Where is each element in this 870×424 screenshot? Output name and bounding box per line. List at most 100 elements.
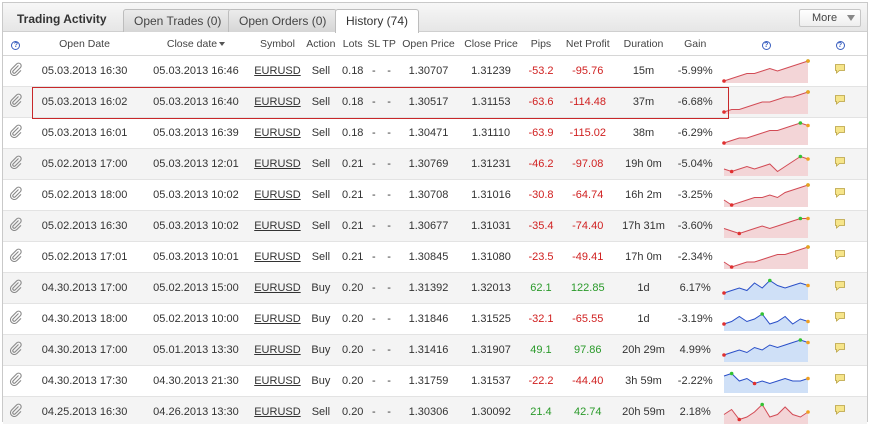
symbol-link[interactable]: EURUSD <box>254 251 300 263</box>
tab-history[interactable]: History (74) <box>335 9 420 33</box>
trade-sparkline[interactable] <box>722 337 811 362</box>
paperclip-icon[interactable] <box>9 155 23 169</box>
symbol-cell[interactable]: EURUSD <box>252 272 304 303</box>
comment-icon[interactable] <box>834 311 846 323</box>
comment-icon[interactable] <box>834 156 846 168</box>
table-row[interactable]: 05.02.2013 18:00 05.03.2013 10:02 EURUSD Se… <box>3 179 867 210</box>
net-profit-header[interactable]: Net Profit <box>559 33 617 56</box>
trade-chart-cell[interactable] <box>720 303 813 334</box>
comment-icon[interactable] <box>834 280 846 292</box>
trade-chart-cell[interactable] <box>720 210 813 241</box>
trade-chart-cell[interactable] <box>720 396 813 424</box>
note-cell[interactable] <box>813 272 867 303</box>
attach-cell[interactable] <box>3 117 29 148</box>
attach-cell[interactable] <box>3 55 29 86</box>
comment-icon[interactable] <box>834 249 846 261</box>
table-row[interactable]: 04.30.2013 17:00 05.01.2013 13:30 EURUSD Bu… <box>3 334 867 365</box>
trade-chart-cell[interactable] <box>720 117 813 148</box>
symbol-cell[interactable]: EURUSD <box>252 210 304 241</box>
paperclip-icon[interactable] <box>9 217 23 231</box>
comment-icon[interactable] <box>834 373 846 385</box>
symbol-cell[interactable]: EURUSD <box>252 303 304 334</box>
attach-cell[interactable] <box>3 303 29 334</box>
close-date-header[interactable]: Close date <box>140 33 252 56</box>
pips-header[interactable]: Pips <box>522 33 560 56</box>
comment-icon[interactable] <box>834 187 846 199</box>
trade-sparkline[interactable] <box>722 120 811 145</box>
attach-cell[interactable] <box>3 179 29 210</box>
comment-icon[interactable] <box>834 218 846 230</box>
trade-sparkline[interactable] <box>722 276 811 300</box>
note-cell[interactable] <box>813 241 867 272</box>
trade-sparkline[interactable] <box>722 152 811 176</box>
table-row[interactable]: 05.03.2013 16:30 05.03.2013 16:46 EURUSD Se… <box>3 55 867 86</box>
comment-icon[interactable] <box>834 342 846 354</box>
table-row[interactable]: 05.02.2013 17:00 05.03.2013 12:01 EURUSD Se… <box>3 148 867 179</box>
trade-chart-cell[interactable] <box>720 148 813 179</box>
trade-sparkline[interactable] <box>722 369 811 393</box>
symbol-cell[interactable]: EURUSD <box>252 334 304 365</box>
symbol-link[interactable]: EURUSD <box>254 65 300 77</box>
comment-icon[interactable] <box>834 94 846 106</box>
paperclip-icon[interactable] <box>9 186 23 200</box>
help-icon[interactable]: ? <box>11 40 21 50</box>
note-cell[interactable] <box>813 334 867 365</box>
help-icon[interactable]: ? <box>761 40 771 50</box>
gain-header[interactable]: Gain <box>670 33 720 56</box>
symbol-link[interactable]: EURUSD <box>254 127 300 139</box>
attach-cell[interactable] <box>3 365 29 396</box>
trade-sparkline[interactable] <box>722 89 811 114</box>
open-price-header[interactable]: Open Price <box>397 33 460 56</box>
action-header[interactable]: Action <box>303 33 339 56</box>
lots-header[interactable]: Lots <box>338 33 367 56</box>
symbol-link[interactable]: EURUSD <box>254 344 300 356</box>
paperclip-icon[interactable] <box>9 93 23 107</box>
trade-sparkline[interactable] <box>722 244 811 269</box>
attach-cell[interactable] <box>3 148 29 179</box>
table-row[interactable]: 05.02.2013 17:01 05.03.2013 10:01 EURUSD Se… <box>3 241 867 272</box>
duration-header[interactable]: Duration <box>616 33 671 56</box>
table-row[interactable]: 05.03.2013 16:01 05.03.2013 16:39 EURUSD Se… <box>3 117 867 148</box>
table-row[interactable]: 04.30.2013 17:00 05.02.2013 15:00 EURUSD Bu… <box>3 272 867 303</box>
comment-icon[interactable] <box>834 125 846 137</box>
paperclip-icon[interactable] <box>9 341 23 355</box>
help-col-header[interactable]: ? <box>3 33 29 56</box>
table-row[interactable]: 04.30.2013 17:30 04.30.2013 21:30 EURUSD Bu… <box>3 365 867 396</box>
trade-chart-cell[interactable] <box>720 241 813 272</box>
note-cell[interactable] <box>813 210 867 241</box>
trade-sparkline[interactable] <box>722 182 811 207</box>
attach-cell[interactable] <box>3 241 29 272</box>
trade-sparkline[interactable] <box>722 58 811 83</box>
symbol-link[interactable]: EURUSD <box>254 158 300 170</box>
symbol-cell[interactable]: EURUSD <box>252 55 304 86</box>
sl-header[interactable]: SL <box>366 33 381 56</box>
table-row[interactable]: 05.02.2013 16:30 05.03.2013 10:02 EURUSD Se… <box>3 210 867 241</box>
trade-chart-cell[interactable] <box>720 55 813 86</box>
note-cell[interactable] <box>813 86 867 117</box>
table-row[interactable]: 04.30.2013 18:00 05.02.2013 10:00 EURUSD Bu… <box>3 303 867 334</box>
note-cell[interactable] <box>813 303 867 334</box>
trade-chart-cell[interactable] <box>720 86 813 117</box>
comment-icon[interactable] <box>834 63 846 75</box>
paperclip-icon[interactable] <box>9 279 23 293</box>
symbol-cell[interactable]: EURUSD <box>252 179 304 210</box>
trade-sparkline[interactable] <box>722 307 811 331</box>
symbol-cell[interactable]: EURUSD <box>252 396 304 424</box>
trade-chart-cell[interactable] <box>720 272 813 303</box>
symbol-link[interactable]: EURUSD <box>254 313 300 325</box>
help-icon[interactable]: ? <box>835 40 845 50</box>
attach-cell[interactable] <box>3 272 29 303</box>
paperclip-icon[interactable] <box>9 124 23 138</box>
trade-chart-cell[interactable] <box>720 179 813 210</box>
attach-cell[interactable] <box>3 86 29 117</box>
chart-col-header[interactable]: ? <box>719 33 813 56</box>
symbol-link[interactable]: EURUSD <box>254 282 300 294</box>
more-dropdown[interactable]: More <box>799 9 861 27</box>
symbol-cell[interactable]: EURUSD <box>252 365 304 396</box>
comment-icon[interactable] <box>834 404 846 416</box>
symbol-cell[interactable]: EURUSD <box>252 86 304 117</box>
note-cell[interactable] <box>813 396 867 424</box>
table-row[interactable]: 04.25.2013 16:30 04.26.2013 13:30 EURUSD Se… <box>3 396 867 424</box>
close-price-header[interactable]: Close Price <box>459 33 523 56</box>
note-col-header[interactable]: ? <box>813 33 867 56</box>
